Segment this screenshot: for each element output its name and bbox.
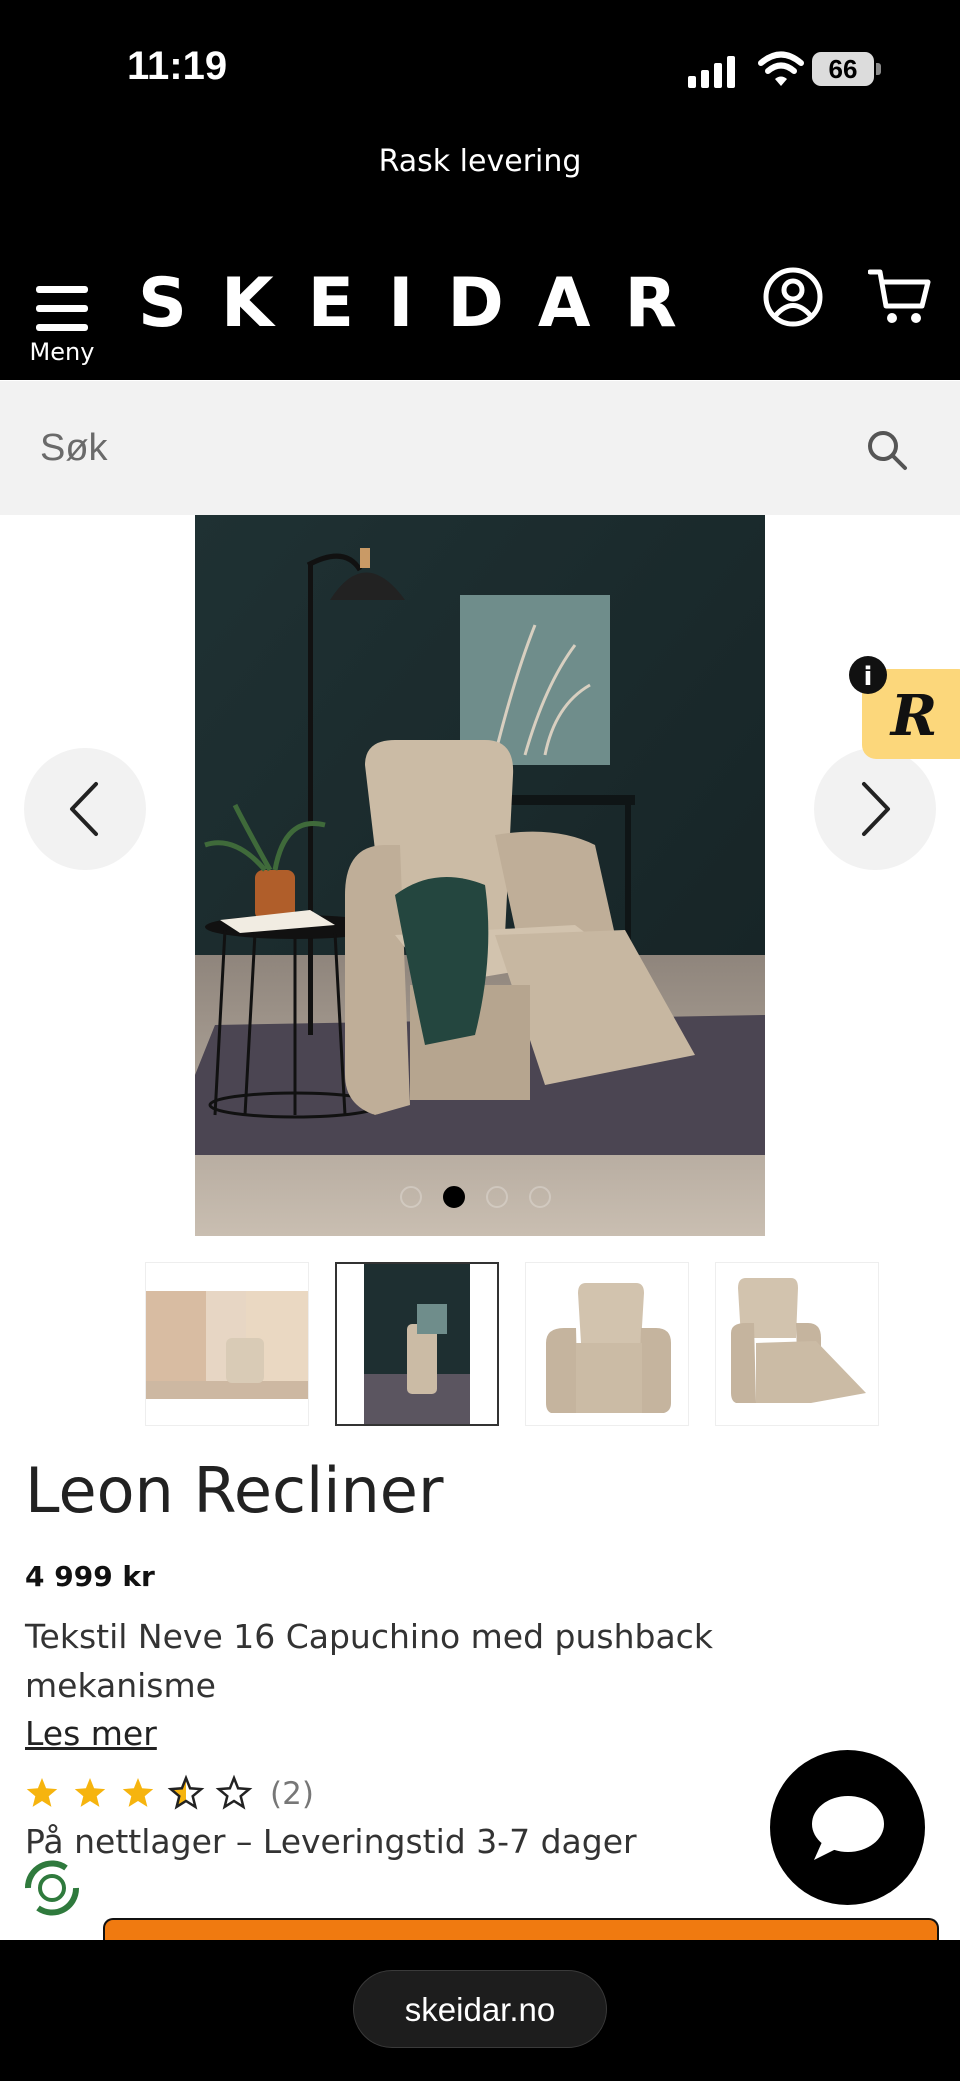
availability-text: På nettlager – Leveringstid 3-7 dager: [25, 1822, 637, 1861]
hamburger-icon: [36, 286, 88, 331]
carousel-dot[interactable]: [529, 1186, 551, 1208]
site-header: Meny SKEIDAR: [0, 250, 960, 380]
thumbnail-1[interactable]: [145, 1262, 309, 1426]
previous-image-button[interactable]: [24, 748, 146, 870]
svg-text:R: R: [889, 683, 938, 749]
recliner-photo: [195, 515, 765, 1236]
browser-bottom-bar: skeidar.no: [0, 1940, 960, 2081]
menu-button[interactable]: Meny: [26, 266, 98, 366]
clock: 11:19: [127, 44, 228, 88]
thumbnail-2-selected[interactable]: [335, 1262, 499, 1426]
review-count[interactable]: (2): [270, 1776, 314, 1812]
star-filled-icon: [122, 1778, 154, 1807]
menu-label: Meny: [29, 338, 95, 366]
battery-tip: [876, 63, 881, 75]
search-bar: [0, 381, 960, 515]
svg-text:i: i: [864, 662, 873, 692]
search-input[interactable]: [40, 421, 820, 475]
shopping-cart-icon[interactable]: [868, 266, 932, 330]
star-filled-icon: [74, 1778, 106, 1807]
carousel-dot[interactable]: [486, 1186, 508, 1208]
chevron-left-icon: [70, 782, 98, 836]
read-more-link[interactable]: Les mer: [25, 1714, 157, 1753]
rating-stars[interactable]: [25, 1774, 265, 1814]
status-bar: 11:19 66: [0, 0, 960, 130]
url-bar[interactable]: skeidar.no: [353, 1970, 607, 2048]
product-title: Leon Recliner: [25, 1454, 444, 1527]
star-outline-icon: [215, 1774, 253, 1810]
carousel-dot-active[interactable]: [443, 1186, 465, 1208]
thumbnail-3[interactable]: [525, 1262, 689, 1426]
skeidar-logo[interactable]: SKEIDAR: [138, 264, 677, 343]
thumbnail-image: [731, 1278, 866, 1403]
add-to-cart-button[interactable]: [103, 1918, 939, 1940]
thumbnail-image: [146, 1291, 308, 1399]
thumbnail-4[interactable]: [715, 1262, 879, 1426]
review-widget-button[interactable]: R i: [848, 655, 960, 767]
account-icon[interactable]: [762, 266, 824, 328]
wifi-icon: [758, 51, 804, 86]
cellular-signal-icon: [688, 56, 735, 88]
promo-banner[interactable]: Rask levering: [0, 130, 960, 250]
search-icon[interactable]: [866, 429, 908, 471]
thumbnail-image: [364, 1264, 470, 1424]
star-filled-icon: [26, 1778, 58, 1807]
chat-button[interactable]: [770, 1750, 925, 1905]
product-main-image[interactable]: [195, 515, 765, 1236]
chat-bubble-icon: [812, 1796, 884, 1860]
review-widget-icon: R i: [849, 656, 960, 759]
thumbnail-image: [546, 1283, 671, 1413]
product-price: 4 999 kr: [25, 1560, 155, 1593]
carousel-dots: [400, 1186, 572, 1212]
battery-indicator: 66: [812, 52, 874, 86]
sustainability-icon[interactable]: [16, 1852, 88, 1924]
product-description: Tekstil Neve 16 Capuchino med pushback m…: [25, 1617, 713, 1705]
carousel-dot[interactable]: [400, 1186, 422, 1208]
